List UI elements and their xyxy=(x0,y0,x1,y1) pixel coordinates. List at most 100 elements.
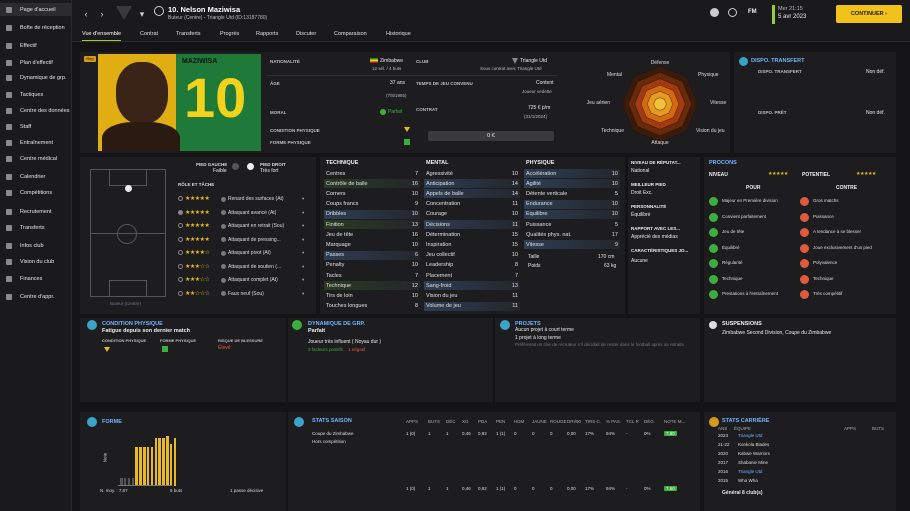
sidebar-item-11[interactable]: Compétitions xyxy=(0,186,72,199)
sidebar-item-0[interactable]: Page d'accueil xyxy=(0,3,72,16)
chevron-down-icon[interactable]: ▾ xyxy=(302,291,304,297)
chevron-down-icon[interactable]: ▾ xyxy=(302,223,304,229)
role-name[interactable]: Attaquant de soutien (... xyxy=(228,264,281,270)
attr-row[interactable]: Jeu collectif 10 xyxy=(424,251,520,260)
chevron-down-icon[interactable]: ▾ xyxy=(302,250,304,256)
attr-row[interactable]: Penalty 10 xyxy=(324,261,420,270)
career-team[interactable]: Wha Wha xyxy=(738,478,758,483)
attr-row[interactable]: Marquage 10 xyxy=(324,240,420,249)
attr-row[interactable]: Equilibre 10 xyxy=(524,209,620,219)
attr-row[interactable]: Détermination 15 xyxy=(424,230,520,239)
tab-1[interactable]: Contrat xyxy=(140,31,158,37)
role-radio[interactable] xyxy=(178,223,183,228)
attr-row[interactable]: Endurance 10 xyxy=(524,199,620,209)
attr-row[interactable]: Concentration 11 xyxy=(424,200,520,209)
dynamics-title[interactable]: DYNAMIQUE DE GRP. xyxy=(308,321,365,327)
sidebar-item-4[interactable]: Dynamique de grp. xyxy=(0,71,72,84)
attr-row[interactable]: Agilité 10 xyxy=(524,179,620,189)
sidebar-item-9[interactable]: Centre médical xyxy=(0,152,72,165)
club-value[interactable]: Triangle Utd xyxy=(520,58,547,64)
sidebar-item-6[interactable]: Centre des données xyxy=(0,104,72,117)
role-radio[interactable] xyxy=(178,209,183,215)
attr-row[interactable]: Agressivité 10 xyxy=(424,169,520,178)
chevron-down-icon[interactable]: ▾ xyxy=(302,210,304,216)
sidebar-item-10[interactable]: Calendrier xyxy=(0,170,72,183)
career-team[interactable]: Kabwe Warriors xyxy=(738,451,770,456)
attr-row[interactable]: Qualités phys. nat. 17 xyxy=(524,230,620,239)
nationality-value[interactable]: Zimbabwe xyxy=(380,58,403,64)
career-team[interactable]: Shabanie Mine xyxy=(738,460,768,465)
sidebar-item-16[interactable]: Finances xyxy=(0,272,72,285)
attr-row[interactable]: Puissance 5 xyxy=(524,220,620,229)
role-name[interactable]: Renard des surfaces (At) xyxy=(228,196,284,202)
career-team[interactable]: Triangle Utd xyxy=(738,433,762,438)
attr-row[interactable]: Sang-froid 13 xyxy=(424,281,520,291)
season-title[interactable]: STATS SAISON xyxy=(312,418,352,424)
attr-row[interactable]: Leadership 8 xyxy=(424,261,520,270)
attr-row[interactable]: Appels de balle 14 xyxy=(424,189,520,199)
attr-row[interactable]: Contrôle de balle 16 xyxy=(324,179,420,189)
chevron-down-icon[interactable]: ▾ xyxy=(302,237,304,243)
role-radio[interactable] xyxy=(178,290,183,296)
role-name[interactable]: Attaquant avancé (At) xyxy=(228,210,276,216)
tab-6[interactable]: Comparaison xyxy=(334,31,367,37)
season-row-name[interactable]: Coupe du Zimbabwe xyxy=(312,431,354,436)
role-radio[interactable] xyxy=(178,263,183,269)
value-bar[interactable]: 0 € xyxy=(428,131,554,141)
attr-row[interactable]: Centres 7 xyxy=(324,169,420,178)
attr-row[interactable]: Coups francs 9 xyxy=(324,200,420,209)
sidebar-item-8[interactable]: Entraînement xyxy=(0,136,72,149)
sidebar-item-17[interactable]: Centre d'appr. xyxy=(0,290,72,303)
attr-row[interactable]: Passes 6 xyxy=(324,250,420,260)
role-name[interactable]: Attaquant de pressing... xyxy=(228,237,281,243)
procons-title[interactable]: PROCONS xyxy=(709,160,737,166)
sidebar-item-13[interactable]: Transferts xyxy=(0,221,72,234)
manager-icon[interactable] xyxy=(710,8,719,17)
condition-title[interactable]: CONDITION PHYSIQUE xyxy=(102,321,163,327)
forward-icon[interactable]: › xyxy=(96,8,108,20)
sidebar-item-15[interactable]: Vision du club xyxy=(0,255,72,268)
sidebar-item-7[interactable]: Staff xyxy=(0,120,72,133)
role-name[interactable]: Faux neuf (Sou) xyxy=(228,291,264,297)
tab-3[interactable]: Progrès xyxy=(220,31,239,37)
form-title[interactable]: FORME xyxy=(102,419,122,425)
search-icon[interactable] xyxy=(154,6,164,16)
fm-logo[interactable]: FM xyxy=(748,9,757,15)
career-team[interactable]: Triangle Utd xyxy=(738,469,762,474)
season-row-name[interactable]: Hors compétition xyxy=(312,439,346,444)
sidebar-item-3[interactable]: Plan d'effectif xyxy=(0,56,72,69)
back-icon[interactable]: ‹ xyxy=(80,8,92,20)
role-radio[interactable] xyxy=(178,236,183,242)
role-name[interactable]: Attaquant pivot (At) xyxy=(228,250,271,256)
chevron-down-icon[interactable]: ▾ xyxy=(302,196,304,202)
tab-0[interactable]: Vue d'ensemble xyxy=(82,31,122,41)
attr-row[interactable]: Courage 10 xyxy=(424,210,520,219)
transfer-title[interactable]: DISPO. TRANSFERT xyxy=(751,58,804,64)
help-icon[interactable] xyxy=(728,8,737,17)
club-crest-icon[interactable] xyxy=(116,6,132,20)
role-name[interactable]: Attaquant complet (At) xyxy=(228,277,278,283)
chevron-down-icon[interactable]: ▾ xyxy=(302,264,304,270)
sidebar-item-5[interactable]: Tactiques xyxy=(0,88,72,101)
role-radio[interactable] xyxy=(178,196,183,201)
sidebar-item-12[interactable]: Recrutement xyxy=(0,205,72,218)
attr-row[interactable]: Décisions 11 xyxy=(424,220,520,229)
attr-row[interactable]: Technique 12 xyxy=(324,281,420,291)
attr-row[interactable]: Tacles 7 xyxy=(324,271,420,280)
attr-row[interactable]: Placement 7 xyxy=(424,271,520,280)
attr-row[interactable]: Touches longues 8 xyxy=(324,302,420,311)
sidebar-item-2[interactable]: Effectif xyxy=(0,39,72,52)
attr-row[interactable]: Jeu de tête 16 xyxy=(324,230,420,239)
career-title[interactable]: STATS CARRIÈRE xyxy=(722,418,769,424)
role-name[interactable]: Attaquant en retrait (Sou) xyxy=(228,223,284,229)
attr-row[interactable]: Volume de jeu 11 xyxy=(424,301,520,311)
attr-row[interactable]: Vitesse 9 xyxy=(524,240,620,250)
attr-row[interactable]: Anticipation 14 xyxy=(424,179,520,189)
role-radio[interactable] xyxy=(178,277,183,282)
role-radio[interactable] xyxy=(178,250,183,255)
chevron-down-icon[interactable]: ▾ xyxy=(302,277,304,283)
tab-4[interactable]: Rapports xyxy=(256,31,278,37)
sidebar-item-14[interactable]: Infos club xyxy=(0,239,72,252)
chevron-down-icon[interactable]: ▾ xyxy=(136,8,148,20)
sidebar-item-1[interactable]: Boîte de réception xyxy=(0,21,72,34)
